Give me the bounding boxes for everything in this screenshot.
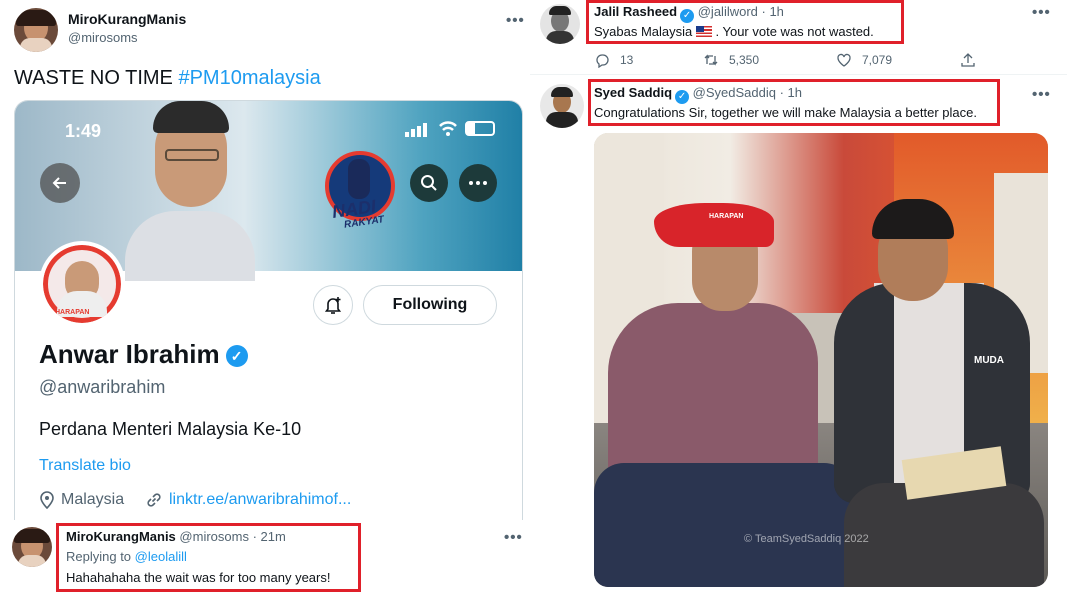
avatar[interactable] xyxy=(12,527,52,567)
reply-count: 13 xyxy=(620,53,634,67)
following-button[interactable]: Following xyxy=(363,285,497,325)
avatar-party-text: HARAPAN xyxy=(55,309,90,316)
divider xyxy=(530,74,1067,75)
replying-prefix: Replying to xyxy=(66,549,135,564)
display-name[interactable]: Jalil Rasheed xyxy=(594,4,677,19)
wifi-icon xyxy=(438,119,458,137)
display-name[interactable]: Syed Saddiq xyxy=(594,85,672,100)
link-icon xyxy=(147,493,161,507)
avatar[interactable] xyxy=(540,4,580,44)
notify-button[interactable] xyxy=(313,285,353,325)
search-button[interactable] xyxy=(410,164,448,202)
vest-text: MUDA xyxy=(974,355,1004,366)
jalil-text: Syabas Malaysia . Your vote was not wast… xyxy=(594,24,874,39)
arrow-left-icon xyxy=(52,177,66,189)
profile-bio: Perdana Menteri Malaysia Ke-10 xyxy=(39,419,302,439)
syed-header: Syed Saddiq ✓ @SyedSaddiq · 1h xyxy=(594,85,802,104)
translate-bio-link[interactable]: Translate bio xyxy=(39,457,131,475)
malaysia-flag-icon xyxy=(695,26,712,37)
display-name[interactable]: MiroKurangManis xyxy=(68,11,186,27)
jalil-text-after: . Your vote was not wasted. xyxy=(711,24,874,39)
more-icon[interactable]: ••• xyxy=(1032,86,1051,103)
jalil-header: Jalil Rasheed ✓ @jalilword · 1h xyxy=(594,4,784,23)
like-button[interactable]: 7,079 xyxy=(836,52,892,68)
retweet-button[interactable]: 5,350 xyxy=(703,52,759,68)
profile-name-text: Anwar Ibrahim xyxy=(39,339,220,369)
bell-plus-icon xyxy=(324,297,342,314)
tweet-photo[interactable]: HARAPAN MUDA © TeamSyedSaddiq 2022 xyxy=(594,133,1048,587)
share-button[interactable] xyxy=(960,52,976,68)
verified-icon: ✓ xyxy=(675,90,690,104)
replying-handle-link[interactable]: @leolalill xyxy=(135,549,187,564)
reply-button[interactable]: 13 xyxy=(594,52,633,68)
nadi-rakyat-logo: NADI RAKYAT xyxy=(320,141,400,241)
verified-icon: ✓ xyxy=(680,9,695,23)
profile-link-text[interactable]: linktr.ee/anwaribrahimof... xyxy=(169,491,351,509)
search-icon xyxy=(421,175,437,191)
handle-time[interactable]: @mirosoms · 21m xyxy=(179,529,285,544)
banner-photo xyxy=(85,101,285,281)
profile-name: Anwar Ibrahim ✓ xyxy=(39,339,248,370)
photo-person-right: MUDA xyxy=(814,133,1048,587)
avatar[interactable] xyxy=(540,84,584,128)
profile-location: Malaysia xyxy=(39,491,124,509)
reply-header: MiroKurangManis @mirosoms · 21m xyxy=(66,529,286,544)
cap-text: HARAPAN xyxy=(709,213,744,220)
like-count: 7,079 xyxy=(862,53,893,67)
tweet-text: WASTE NO TIME #PM10malaysia xyxy=(14,67,321,90)
more-icon[interactable]: ••• xyxy=(504,529,523,546)
location-text: Malaysia xyxy=(61,491,125,508)
heart-icon xyxy=(837,53,851,67)
photo-watermark: © TeamSyedSaddiq 2022 xyxy=(744,533,869,545)
more-icon[interactable]: ••• xyxy=(1032,4,1051,21)
replying-to: Replying to @leolalill xyxy=(66,549,187,564)
location-pin-icon xyxy=(40,491,54,509)
profile-avatar[interactable]: HARAPAN xyxy=(39,241,125,327)
more-options-button[interactable] xyxy=(459,164,497,202)
back-button[interactable] xyxy=(40,163,80,203)
avatar[interactable] xyxy=(14,8,58,52)
photo-person-left: HARAPAN xyxy=(594,133,854,587)
jalil-text-before: Syabas Malaysia xyxy=(594,24,696,39)
reply-icon xyxy=(596,54,609,68)
battery-icon xyxy=(465,121,495,136)
retweet-icon xyxy=(704,54,718,66)
retweet-count: 5,350 xyxy=(729,53,760,67)
tweet-text-prefix: WASTE NO TIME xyxy=(14,67,179,89)
signal-icon xyxy=(405,123,427,137)
handle[interactable]: @mirosoms xyxy=(68,30,138,45)
reply-text: Hahahahaha the wait was for too many yea… xyxy=(66,570,331,585)
profile-handle: @anwaribrahim xyxy=(39,377,166,397)
syed-text: Congratulations Sir, together we will ma… xyxy=(594,105,977,120)
display-name[interactable]: MiroKurangManis xyxy=(66,529,176,544)
profile-link[interactable]: linktr.ee/anwaribrahimof... xyxy=(145,491,351,509)
verified-icon: ✓ xyxy=(225,345,248,367)
status-time: 1:49 xyxy=(65,121,102,141)
more-icon[interactable]: ••• xyxy=(506,12,525,29)
handle-time[interactable]: @SyedSaddiq · 1h xyxy=(693,85,802,100)
share-icon xyxy=(961,53,975,67)
profile-screenshot[interactable]: 1:49 NADI RAKYAT HARAPAN Following Anwar… xyxy=(14,100,523,520)
hashtag-link[interactable]: #PM10malaysia xyxy=(178,67,320,89)
handle-time[interactable]: @jalilword · 1h xyxy=(698,4,784,19)
